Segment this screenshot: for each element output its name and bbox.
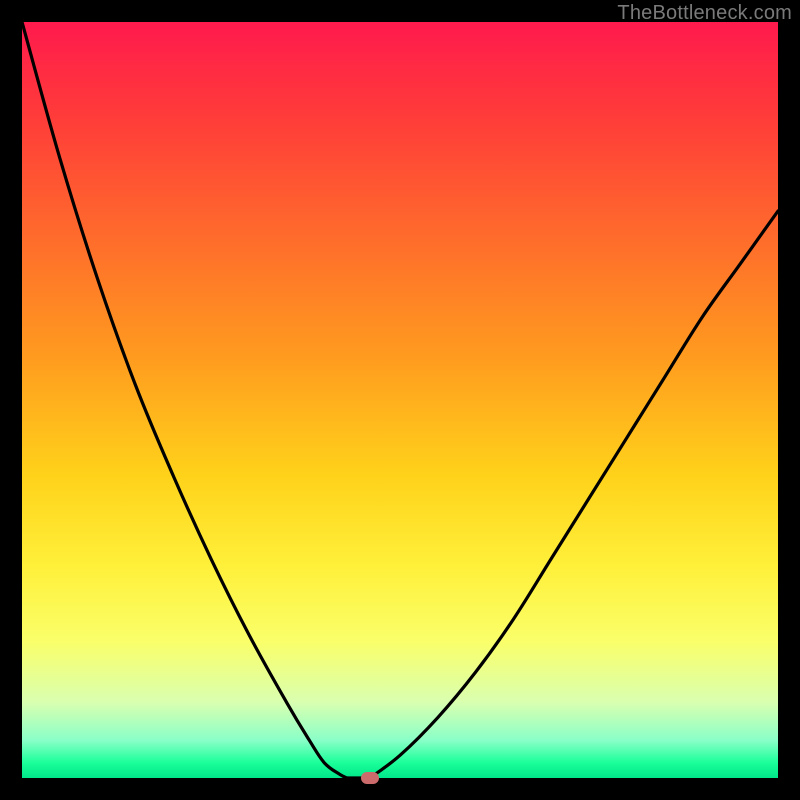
- curve-path-right: [370, 211, 778, 778]
- optimal-point-marker: [361, 772, 379, 784]
- plot-area: [22, 22, 778, 778]
- chart-frame: TheBottleneck.com: [0, 0, 800, 800]
- curve-path-left: [22, 22, 347, 778]
- bottleneck-curve: [22, 22, 778, 778]
